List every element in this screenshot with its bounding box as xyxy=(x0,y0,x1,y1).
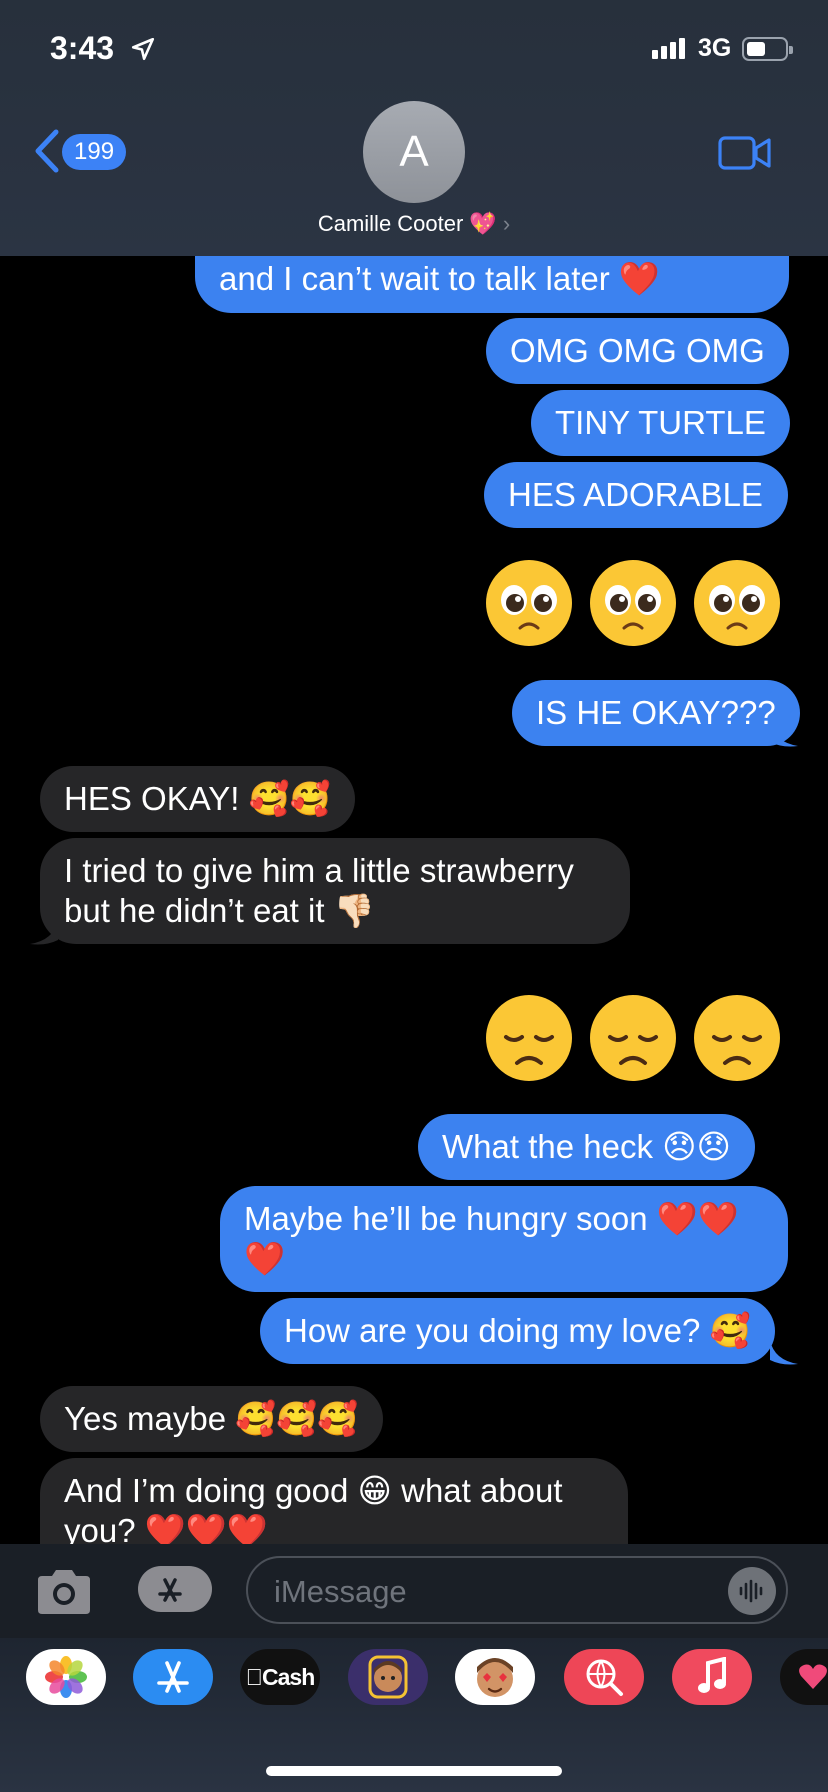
digital-touch-button[interactable] xyxy=(780,1649,828,1705)
music-button[interactable] xyxy=(672,1649,752,1705)
message-outgoing[interactable]: HES ADORABLE xyxy=(484,462,788,528)
photos-app-button[interactable] xyxy=(26,1649,106,1705)
message-outgoing[interactable]: What the heck 😞😞 xyxy=(418,1114,755,1180)
conversation-header: 3:43 3G 199 A Camille Cooter 💖 › xyxy=(0,0,828,256)
apple-cash-label: Cash xyxy=(253,1664,315,1690)
pleading-face-emoji[interactable] xyxy=(692,558,782,648)
imessage-placeholder: iMessage xyxy=(274,1574,407,1609)
web-images-button[interactable] xyxy=(564,1649,644,1705)
pleading-face-emoji[interactable] xyxy=(484,558,574,648)
network-type: 3G xyxy=(698,34,732,62)
imessage-input[interactable]: iMessage xyxy=(246,1556,788,1624)
pleading-face-emoji[interactable] xyxy=(588,558,678,648)
chevron-right-icon: › xyxy=(502,211,511,236)
battery-icon xyxy=(742,37,793,61)
memoji-icon xyxy=(368,1655,408,1699)
app-store-icon xyxy=(157,1661,189,1693)
apple-cash-button[interactable]: Cash xyxy=(240,1649,320,1705)
bubble-tail-icon xyxy=(30,920,58,945)
disappointed-face-emoji[interactable] xyxy=(484,993,574,1083)
status-time: 3:43 xyxy=(50,30,115,66)
message-incoming[interactable]: HES OKAY! 🥰🥰 xyxy=(40,766,355,832)
signal-bars-icon xyxy=(652,38,685,59)
disappointed-face-emoji[interactable] xyxy=(588,993,678,1083)
app-drawer: Cash xyxy=(0,1638,828,1792)
home-indicator[interactable] xyxy=(266,1766,562,1776)
facetime-video-icon[interactable] xyxy=(718,135,772,171)
apple-logo-icon:  xyxy=(246,1664,263,1690)
message-incoming[interactable]: And I’m doing good 😁 what about you? ❤️❤… xyxy=(40,1458,628,1558)
audio-message-button[interactable] xyxy=(728,1567,776,1615)
camera-icon[interactable] xyxy=(34,1568,94,1616)
app-store-apps-button[interactable] xyxy=(138,1566,212,1612)
message-outgoing[interactable]: IS HE OKAY??? xyxy=(512,680,800,746)
bubble-tail-icon xyxy=(770,722,798,747)
animoji-icon xyxy=(477,1658,513,1697)
app-store-icon xyxy=(158,1578,182,1602)
contact-name-row[interactable]: Camille Cooter 💖 › xyxy=(0,211,828,237)
message-incoming[interactable]: Yes maybe 🥰🥰🥰 xyxy=(40,1386,383,1452)
music-note-icon xyxy=(698,1657,726,1693)
photos-icon xyxy=(45,1656,87,1698)
location-arrow-icon xyxy=(131,37,155,61)
message-outgoing[interactable]: Maybe he’ll be hungry soon ❤️❤️❤️ xyxy=(220,1186,788,1292)
bubble-tail-icon xyxy=(770,1340,798,1365)
message-outgoing[interactable]: How are you doing my love? 🥰 xyxy=(260,1298,775,1364)
heart-icon xyxy=(799,1664,827,1689)
animoji-button[interactable] xyxy=(455,1649,535,1705)
message-outgoing[interactable]: TINY TURTLE xyxy=(531,390,790,456)
message-outgoing[interactable]: OMG OMG OMG xyxy=(486,318,789,384)
contact-avatar[interactable]: A xyxy=(363,101,465,203)
message-incoming[interactable]: I tried to give him a little strawberry … xyxy=(40,838,630,944)
unread-count-badge[interactable]: 199 xyxy=(62,134,127,170)
memoji-stickers-button[interactable] xyxy=(348,1649,428,1705)
web-search-icon xyxy=(586,1659,623,1696)
compose-bar: iMessage xyxy=(0,1544,828,1638)
contact-name[interactable]: Camille Cooter 💖 xyxy=(318,211,497,236)
disappointed-face-emoji[interactable] xyxy=(692,993,782,1083)
waveform-icon xyxy=(739,1579,763,1603)
back-chevron-icon[interactable] xyxy=(32,128,62,174)
app-store-button[interactable] xyxy=(133,1649,213,1705)
